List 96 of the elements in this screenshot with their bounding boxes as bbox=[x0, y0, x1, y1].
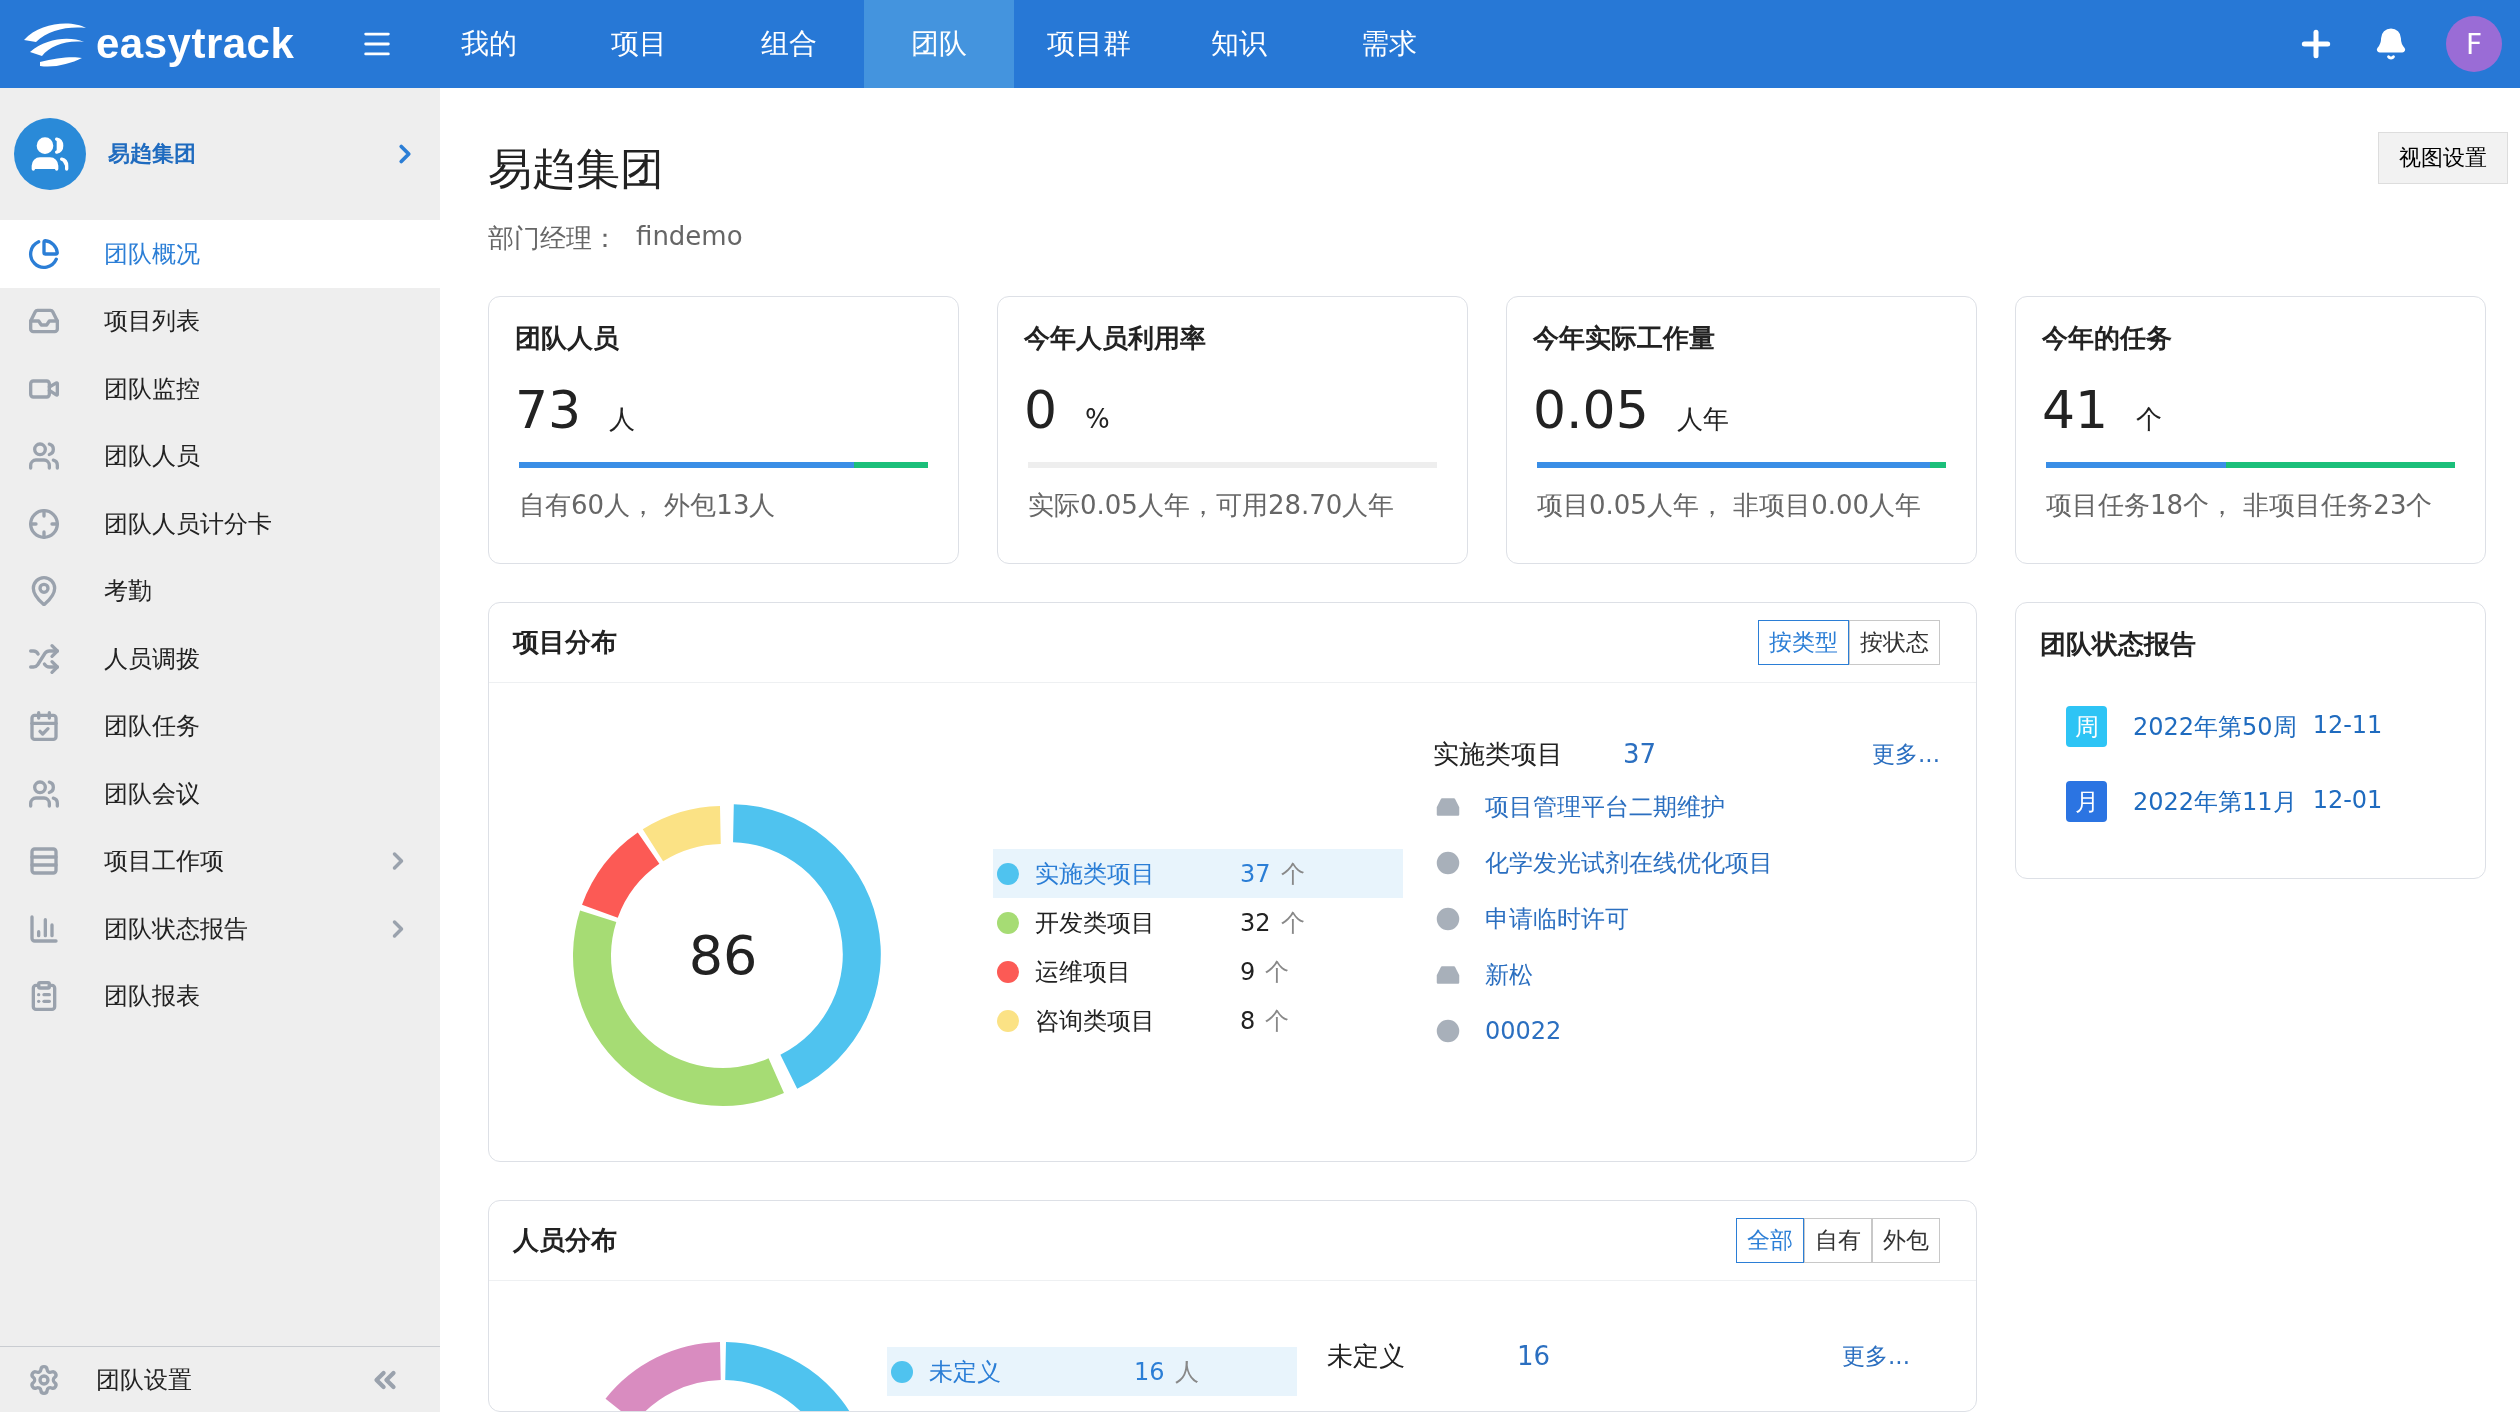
manager-name: findemo bbox=[636, 221, 743, 253]
page-title: 易趋集团 bbox=[488, 142, 664, 196]
nav-tab[interactable]: 项目 bbox=[564, 0, 714, 88]
card-title: 人员分布 bbox=[513, 1224, 617, 1257]
legend-count: 9 bbox=[1240, 957, 1256, 986]
stat-value: 0.05 bbox=[1533, 380, 1649, 440]
nav-tab[interactable]: 团队 bbox=[864, 0, 1014, 88]
sidebar-item[interactable]: 人员调拨 bbox=[0, 625, 440, 693]
project-link[interactable]: 项目管理平台二期维护 bbox=[1485, 791, 1725, 823]
detail-count: 16 bbox=[1517, 1341, 1551, 1371]
report-link[interactable]: 2022年第11月 12-01 bbox=[2133, 785, 2383, 818]
toggle-button[interactable]: 按类型 bbox=[1758, 620, 1849, 665]
legend-label: 未定义 bbox=[929, 1356, 1002, 1388]
settings-label[interactable]: 团队设置 bbox=[96, 1363, 332, 1396]
project-link[interactable]: 化学发光试剂在线优化项目 bbox=[1485, 847, 1773, 879]
stat-note: 自有60人， 外包13人 bbox=[518, 489, 777, 522]
legend-label: 咨询类项目 bbox=[1035, 1005, 1156, 1037]
more-link[interactable]: 更多... bbox=[1842, 1340, 1910, 1372]
stat-note: 项目任务18个， 非项目任务23个 bbox=[2045, 489, 2434, 522]
legend-unit: 人 bbox=[1174, 1356, 1199, 1388]
toggle-button[interactable]: 按状态 bbox=[1849, 620, 1940, 665]
legend-count: 16 bbox=[1134, 1357, 1165, 1386]
manager-label: 部门经理： bbox=[488, 222, 618, 255]
sidebar-item[interactable]: 团队人员计分卡 bbox=[0, 490, 440, 558]
calendar-check-icon bbox=[28, 710, 60, 743]
detail-title: 未定义 bbox=[1327, 1339, 1406, 1373]
sidebar-item[interactable]: 团队人员 bbox=[0, 422, 440, 490]
stat-unit: 人年 bbox=[1676, 403, 1729, 436]
nav-tab[interactable]: 项目群 bbox=[1014, 0, 1164, 88]
nav-tab[interactable]: 需求 bbox=[1314, 0, 1464, 88]
sidebar-item[interactable]: 项目工作项 bbox=[0, 827, 440, 895]
project-link[interactable]: 00022 bbox=[1485, 1017, 1562, 1045]
sidebar-item[interactable]: 团队任务 bbox=[0, 692, 440, 760]
legend-label: 运维项目 bbox=[1035, 956, 1132, 988]
legend-count: 32 bbox=[1240, 908, 1271, 937]
stat-note: 实际0.05人年，可用28.70人年 bbox=[1027, 489, 1396, 522]
stat-title: 今年人员利用率 bbox=[1024, 322, 1207, 355]
logo-text: easytrack bbox=[96, 20, 295, 68]
stat-unit: 人 bbox=[609, 403, 636, 436]
nav-tab[interactable]: 组合 bbox=[714, 0, 864, 88]
legend-item[interactable]: 未定义 16 人 bbox=[887, 1347, 1297, 1396]
team-name[interactable]: 易趋集团 bbox=[108, 139, 368, 169]
bell-icon[interactable] bbox=[2374, 27, 2408, 61]
shuffle-icon bbox=[28, 642, 60, 675]
sidebar-item[interactable]: 团队监控 bbox=[0, 355, 440, 423]
detail-count: 37 bbox=[1623, 739, 1657, 769]
stat-unit: % bbox=[1085, 404, 1110, 434]
legend-unit: 个 bbox=[1280, 858, 1305, 890]
bar-chart-icon bbox=[28, 912, 60, 945]
more-link[interactable]: 更多... bbox=[1872, 738, 1940, 770]
legend-count: 37 bbox=[1240, 859, 1271, 888]
stat-title: 今年实际工作量 bbox=[1533, 322, 1716, 355]
toggle-button[interactable]: 全部 bbox=[1736, 1218, 1804, 1263]
card-title: 项目分布 bbox=[513, 626, 617, 659]
legend-item[interactable]: 咨询类项目 8 个 bbox=[993, 996, 1403, 1045]
sidebar-item[interactable]: 团队状态报告 bbox=[0, 895, 440, 963]
stat-unit: 个 bbox=[2136, 403, 2163, 436]
project-link[interactable]: 申请临时许可 bbox=[1485, 903, 1629, 935]
legend-unit: 个 bbox=[1280, 907, 1305, 939]
stat-title: 团队人员 bbox=[515, 322, 620, 355]
period-badge: 月 bbox=[2066, 781, 2107, 822]
legend-item[interactable]: 开发类项目 32 个 bbox=[993, 898, 1403, 947]
legend-item[interactable]: 运维项目 9 个 bbox=[993, 947, 1403, 996]
report-link[interactable]: 2022年第50周 12-11 bbox=[2133, 710, 2383, 743]
legend-unit: 个 bbox=[1265, 1005, 1290, 1037]
detail-title: 实施类项目 bbox=[1433, 737, 1564, 771]
legend-unit: 个 bbox=[1265, 956, 1290, 988]
pie-chart-icon bbox=[28, 237, 60, 270]
nav-tab[interactable]: 知识 bbox=[1164, 0, 1314, 88]
users-icon bbox=[28, 440, 60, 473]
users-icon bbox=[28, 777, 60, 810]
project-link[interactable]: 新松 bbox=[1485, 959, 1533, 991]
rows-icon bbox=[28, 845, 60, 878]
view-settings-button[interactable]: 视图设置 bbox=[2378, 132, 2508, 184]
legend-label: 开发类项目 bbox=[1035, 907, 1156, 939]
stat-value: 0 bbox=[1024, 380, 1058, 440]
target-icon bbox=[28, 507, 60, 540]
period-badge: 周 bbox=[2066, 706, 2107, 747]
stat-value: 73 bbox=[515, 380, 582, 440]
donut-total: 86 bbox=[688, 924, 758, 987]
sidebar-item[interactable]: 团队报表 bbox=[0, 962, 440, 1030]
legend-label: 实施类项目 bbox=[1035, 858, 1156, 890]
legend-item[interactable]: 实施类项目 37 个 bbox=[993, 849, 1403, 898]
sidebar-item[interactable]: 团队会议 bbox=[0, 760, 440, 828]
toggle-button[interactable]: 自有 bbox=[1804, 1218, 1872, 1263]
sidebar-item[interactable]: 项目列表 bbox=[0, 287, 440, 355]
nav-tab[interactable]: 我的 bbox=[414, 0, 564, 88]
card-title: 团队状态报告 bbox=[2039, 628, 2197, 661]
legend-count: 8 bbox=[1240, 1006, 1256, 1035]
sidebar-item[interactable]: 团队概况 bbox=[0, 220, 440, 288]
user-avatar[interactable]: F bbox=[2446, 16, 2502, 72]
stat-title: 今年的任务 bbox=[2042, 322, 2173, 355]
stat-note: 项目0.05人年， 非项目0.00人年 bbox=[1536, 489, 1923, 522]
toggle-button[interactable]: 外包 bbox=[1872, 1218, 1940, 1263]
sidebar-item[interactable]: 考勤 bbox=[0, 557, 440, 625]
stat-value: 41 bbox=[2042, 380, 2109, 440]
